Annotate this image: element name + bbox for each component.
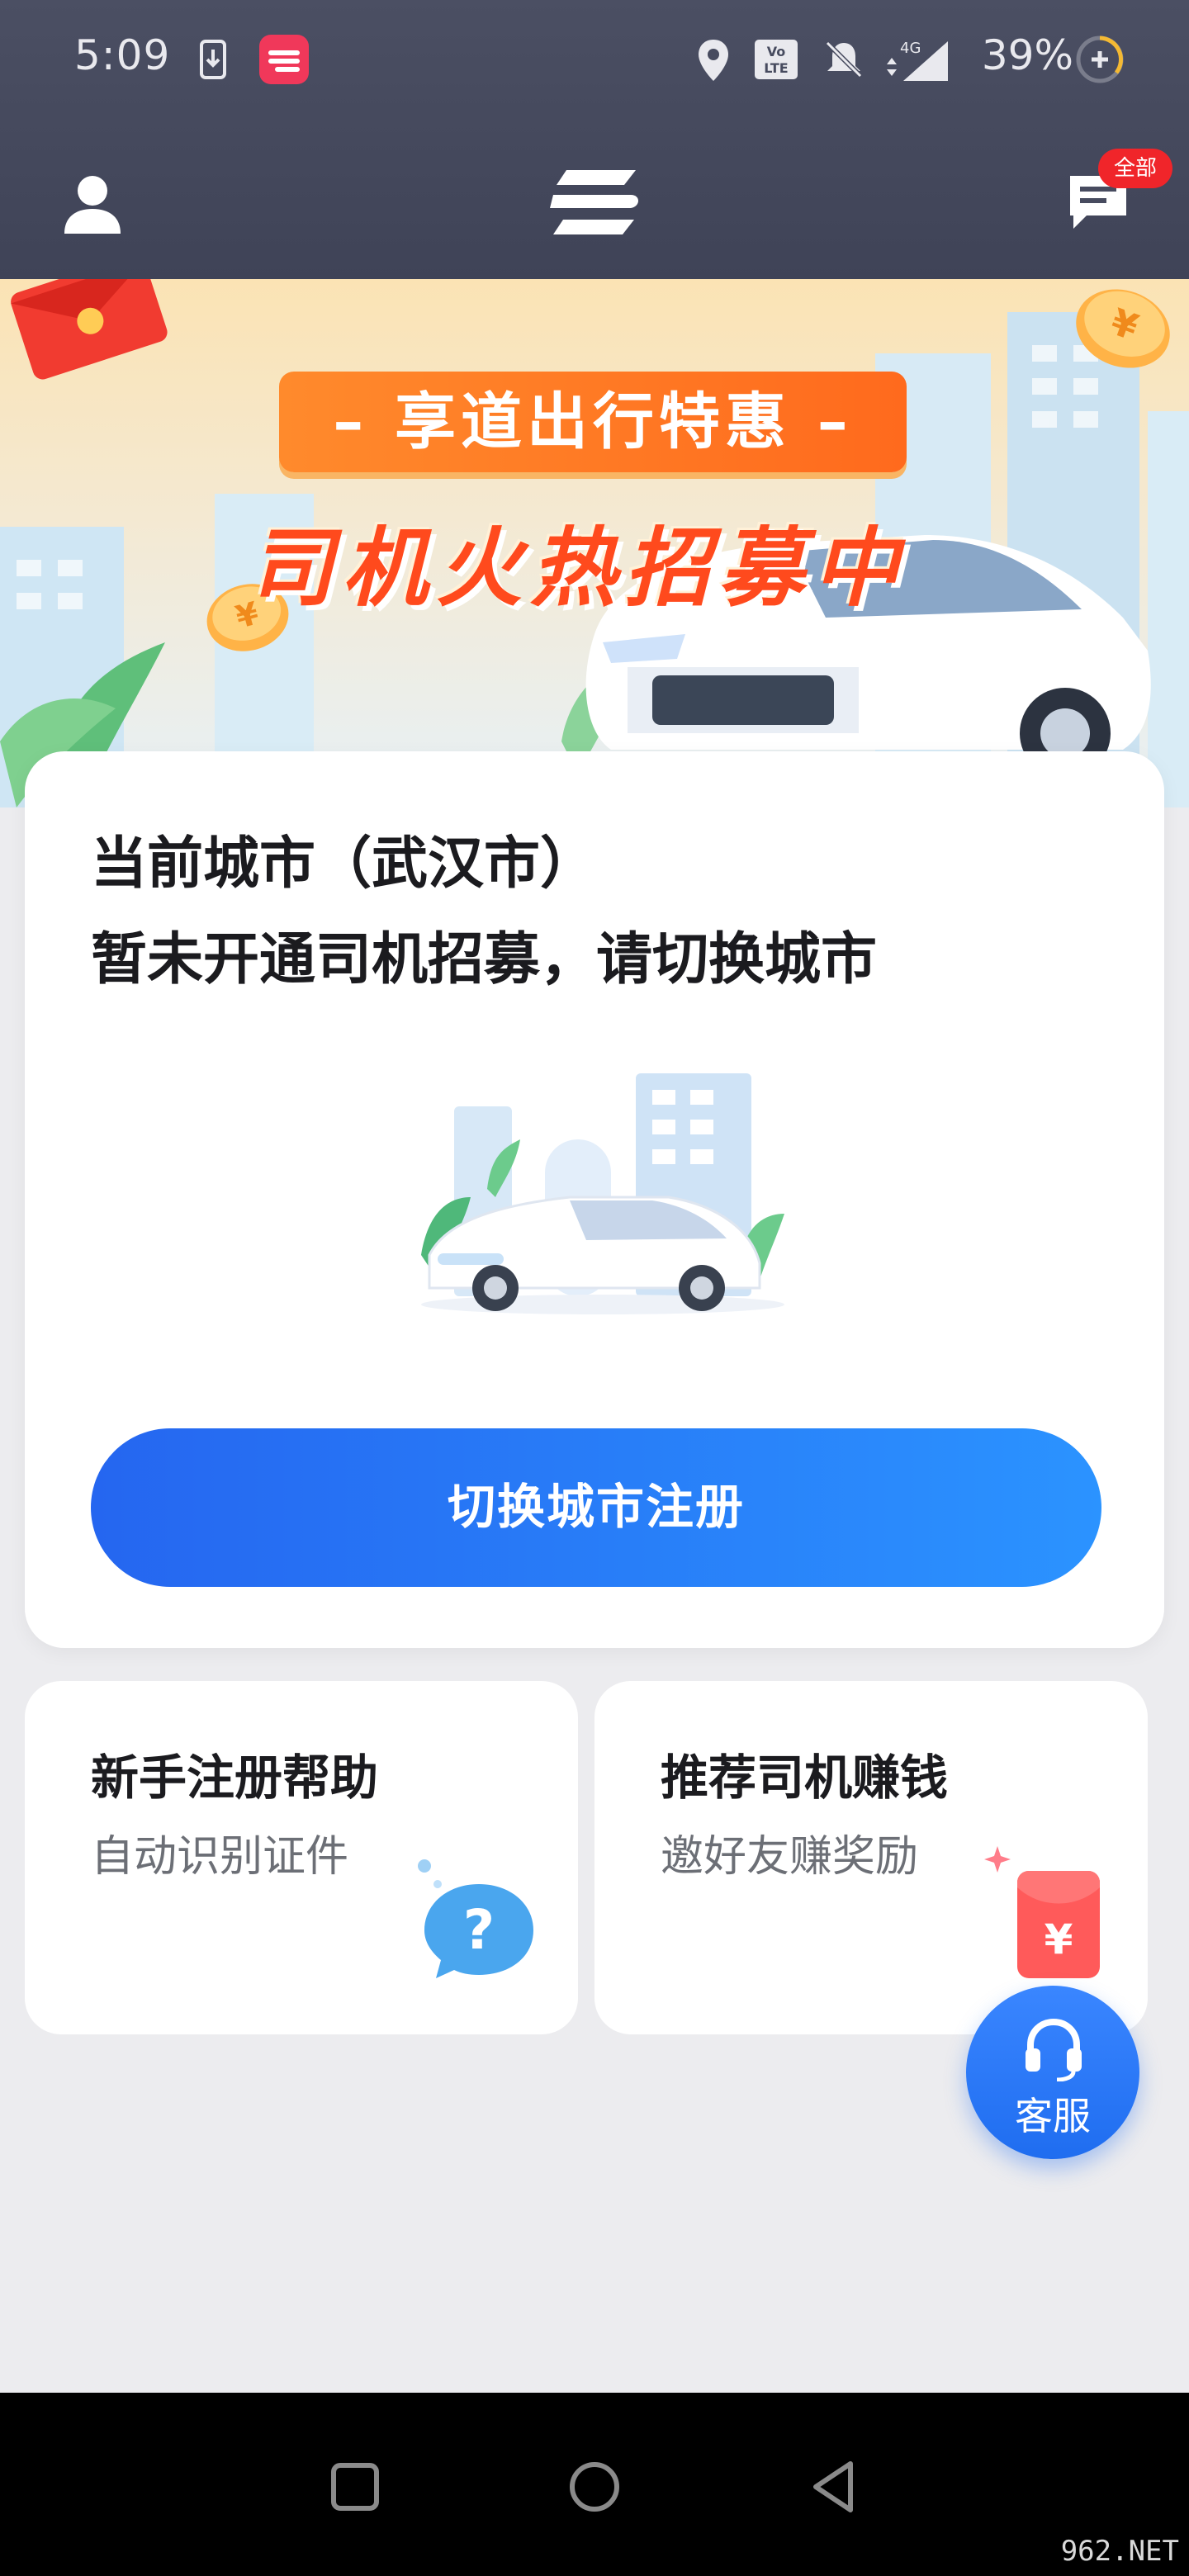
message-badge: 全部 bbox=[1098, 149, 1172, 188]
status-time: 5:09 bbox=[74, 31, 171, 79]
refer-driver-card[interactable]: 推荐司机赚钱 邀好友赚奖励 ¥ bbox=[594, 1681, 1148, 2034]
location-icon bbox=[699, 40, 728, 81]
download-icon bbox=[200, 40, 226, 79]
svg-text:LTE: LTE bbox=[764, 60, 788, 76]
battery-saver-icon bbox=[1076, 36, 1124, 83]
svg-text:Vo: Vo bbox=[767, 44, 786, 59]
recents-button[interactable] bbox=[322, 2454, 388, 2520]
system-nav-bar: 962.NET bbox=[0, 2393, 1189, 2576]
svg-text:?: ? bbox=[463, 1898, 495, 1962]
svg-text:4G: 4G bbox=[900, 40, 921, 57]
help-card-subtitle: 自动识别证件 bbox=[91, 1832, 349, 1882]
app-logo bbox=[550, 170, 638, 234]
question-bubble-icon: ? bbox=[418, 1859, 533, 1978]
refer-card-subtitle: 邀好友赚奖励 bbox=[661, 1832, 919, 1882]
header: 5:09 Vo LTE 4G 39% 全部 bbox=[0, 0, 1189, 279]
battery-level: 39% bbox=[981, 31, 1073, 79]
customer-service-label: 客服 bbox=[1015, 2094, 1091, 2138]
customer-service-button[interactable]: 客服 bbox=[966, 1986, 1139, 2159]
registration-help-card[interactable]: 新手注册帮助 自动识别证件 ? bbox=[25, 1681, 578, 2034]
current-city-text: 当前城市（武汉市） bbox=[91, 831, 597, 897]
help-card-title: 新手注册帮助 bbox=[91, 1750, 379, 1806]
headset-icon bbox=[1026, 2018, 1082, 2081]
home-button[interactable] bbox=[561, 2454, 628, 2520]
red-envelope-icon: ¥ bbox=[984, 1846, 1100, 1978]
watermark: 962.NET bbox=[1060, 2535, 1179, 2568]
app-bar: 全部 bbox=[0, 124, 1189, 279]
recruit-notice-text: 暂未开通司机招募，请切换城市 bbox=[91, 927, 878, 992]
promo-title: – 享道出行特惠 – bbox=[279, 372, 907, 472]
promo-banner[interactable]: ¥ ¥ – 享道出行特惠 – 司机火热招募中 bbox=[0, 279, 1189, 807]
app-logo-icon bbox=[259, 35, 309, 84]
promo-headline: 司机火热招募中 bbox=[248, 518, 907, 618]
profile-icon[interactable] bbox=[58, 169, 127, 239]
back-button[interactable] bbox=[801, 2454, 867, 2520]
svg-text:¥: ¥ bbox=[1045, 1915, 1073, 1963]
volte-icon: Vo LTE bbox=[755, 40, 798, 79]
refer-card-title: 推荐司机赚钱 bbox=[661, 1750, 949, 1806]
car-city-illustration bbox=[421, 1073, 784, 1314]
signal-icon: 4G bbox=[887, 40, 948, 81]
city-recruit-card: 当前城市（武汉市） 暂未开通司机招募，请切换城市 切换城市注册 bbox=[25, 751, 1164, 1648]
switch-city-register-button[interactable]: 切换城市注册 bbox=[91, 1428, 1101, 1587]
bell-muted-icon bbox=[825, 40, 863, 78]
status-bar: 5:09 Vo LTE 4G 39% bbox=[0, 0, 1189, 124]
